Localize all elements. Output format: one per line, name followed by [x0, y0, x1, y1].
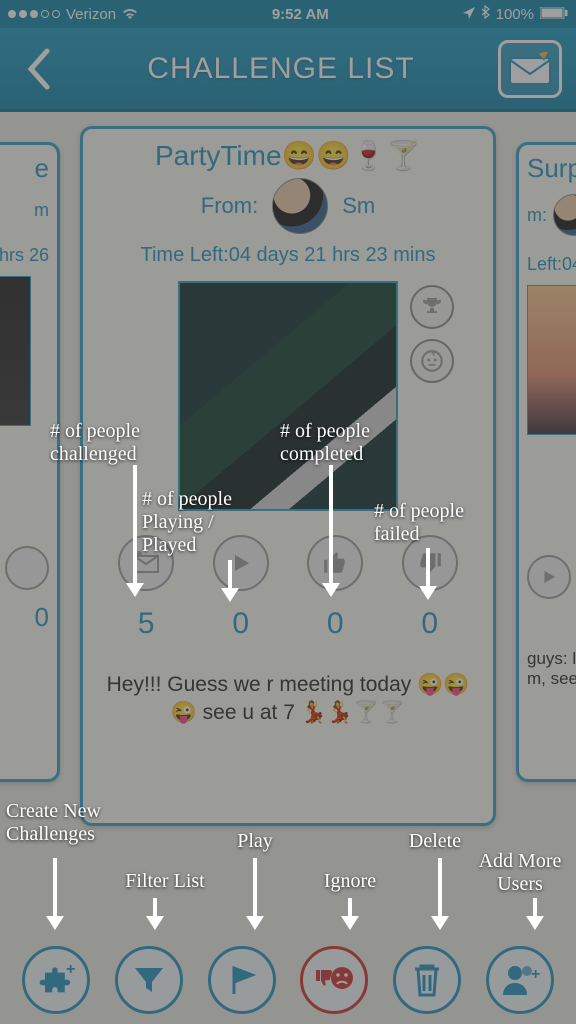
sender-avatar[interactable]	[272, 178, 328, 234]
time-fragment: 08 hrs 26	[0, 245, 49, 266]
back-button[interactable]	[14, 44, 64, 94]
filter-button[interactable]	[115, 946, 183, 1014]
ignore-button[interactable]	[300, 946, 368, 1014]
stat-value: 0	[327, 607, 344, 641]
funnel-icon	[131, 962, 167, 998]
play-icon	[213, 535, 269, 591]
stat-value: 0	[232, 607, 249, 641]
clock-label: 9:52 AM	[272, 6, 329, 23]
delete-button[interactable]	[393, 946, 461, 1014]
svg-text:+: +	[531, 966, 540, 983]
add-users-button[interactable]: +	[486, 946, 554, 1014]
challenge-card-next[interactable]: Surpr m: Left:04 d guys: let m, see yo	[516, 142, 576, 782]
card-title: e	[0, 153, 49, 184]
stat-played[interactable]: 0	[213, 535, 269, 641]
time-fragment: Left:04 d	[527, 254, 576, 275]
trash-icon	[411, 961, 443, 999]
stat-value: 0	[0, 602, 49, 633]
person-plus-icon: +	[499, 961, 541, 999]
trophy-button[interactable]	[410, 285, 454, 329]
stat-failed[interactable]: 0	[402, 535, 458, 641]
msg-fragment: guys: let	[527, 649, 576, 669]
content-area: e m 08 hrs 26 0 Surpr m: Left:04 d guys:…	[0, 112, 576, 1024]
battery-icon	[540, 6, 568, 23]
stat-completed[interactable]: 0	[307, 535, 363, 641]
challenge-card[interactable]: PartyTime😄😄🍷🍸 From: Sm Time Left:04 days…	[80, 126, 496, 826]
stats-row: 5 0 0 0	[99, 535, 477, 641]
baby-face-icon	[419, 348, 445, 374]
play-icon	[527, 555, 571, 599]
stat-value: 5	[138, 607, 155, 641]
people-challenged-icon	[118, 535, 174, 591]
location-icon	[463, 6, 475, 23]
sad-thumbs-down-icon	[312, 960, 356, 1000]
from-label: From:	[201, 193, 258, 219]
challenge-thumb	[527, 285, 576, 435]
avatar	[553, 194, 576, 236]
challenge-thumb	[0, 276, 31, 426]
thumbs-down-icon	[402, 535, 458, 591]
challenge-card-prev[interactable]: e m 08 hrs 26 0	[0, 142, 60, 782]
status-bar: Verizon 9:52 AM 100%	[0, 0, 576, 28]
play-button[interactable]	[208, 946, 276, 1014]
puzzle-plus-icon: +	[36, 960, 76, 1000]
from-fragment: m:	[527, 205, 547, 226]
thumbs-up-icon	[307, 535, 363, 591]
stat-challenged[interactable]: 5	[118, 535, 174, 641]
challenge-title: PartyTime😄😄🍷🍸	[99, 139, 477, 172]
carrier-label: Verizon	[66, 6, 116, 23]
card-title: Surpr	[527, 153, 576, 184]
signal-dots-icon	[8, 10, 60, 18]
challenge-image[interactable]	[178, 281, 398, 511]
face-button[interactable]	[410, 339, 454, 383]
svg-text:+: +	[66, 961, 75, 978]
play-icon	[5, 546, 49, 590]
from-fragment: m	[0, 200, 49, 221]
bottom-toolbar: + +	[0, 946, 576, 1014]
msg-fragment: m, see yo	[527, 669, 576, 689]
stat-value: 0	[421, 607, 438, 641]
inbox-button[interactable]	[498, 40, 562, 98]
play-flag-icon	[224, 962, 260, 998]
bluetooth-icon	[481, 5, 490, 23]
create-challenge-button[interactable]: +	[22, 946, 90, 1014]
battery-pct: 100%	[496, 6, 534, 23]
trophy-icon	[420, 295, 444, 319]
wifi-icon	[122, 6, 138, 23]
challenge-message: Hey!!! Guess we r meeting today 😜😜😜 see …	[99, 671, 477, 728]
sender-name: Sm	[342, 193, 375, 219]
time-left: Time Left:04 days 21 hrs 23 mins	[99, 244, 477, 267]
page-title: CHALLENGE LIST	[147, 52, 414, 86]
nav-bar: CHALLENGE LIST	[0, 28, 576, 112]
envelope-icon	[508, 52, 552, 86]
